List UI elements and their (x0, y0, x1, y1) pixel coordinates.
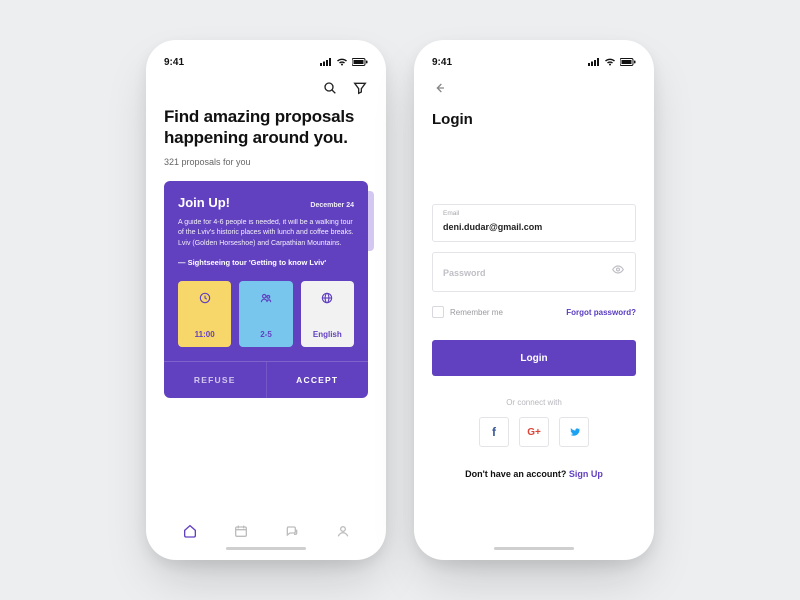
card-actions: REFUSE ACCEPT (164, 361, 368, 398)
remember-me[interactable]: Remember me (432, 306, 503, 318)
card-header: Join Up! December 24 (178, 195, 354, 210)
tile-time[interactable]: 11:00 (178, 281, 231, 347)
status-indicators (320, 58, 368, 66)
status-bar: 9:41 (164, 54, 368, 70)
card-tiles: 11:00 2-5 English (178, 281, 354, 347)
battery-icon (352, 58, 368, 66)
phone-proposals: 9:41 Find amazing proposals happening ar… (146, 40, 386, 560)
arrow-left-icon (432, 80, 448, 96)
top-actions (164, 80, 368, 96)
tile-language-value: English (313, 330, 342, 339)
eye-icon[interactable] (611, 263, 625, 282)
globe-icon (320, 291, 334, 305)
battery-icon (620, 58, 636, 66)
card-tour-name: — Sightseeing tour 'Getting to know Lviv… (178, 258, 354, 267)
proposal-count: 321 proposals for you (164, 157, 368, 167)
password-input[interactable] (443, 266, 625, 278)
status-time: 9:41 (432, 57, 452, 68)
home-indicator (226, 547, 306, 550)
people-icon (259, 291, 273, 305)
card-description: A guide for 4-6 people is needed, it wil… (178, 218, 354, 251)
nav-home-icon[interactable] (182, 523, 198, 539)
wifi-icon (336, 58, 348, 66)
accept-button[interactable]: ACCEPT (267, 362, 369, 398)
tile-people[interactable]: 2-5 (239, 281, 292, 347)
wifi-icon (604, 58, 616, 66)
or-connect-label: Or connect with (432, 398, 636, 407)
email-field[interactable]: Email (432, 204, 636, 242)
status-time: 9:41 (164, 57, 184, 68)
phone-login: 9:41 Login Email Remember me Forgot pass… (414, 40, 654, 560)
nav-chat-icon[interactable] (284, 523, 300, 539)
signal-icon (320, 58, 332, 66)
login-title: Login (432, 111, 636, 128)
signup-prompt: Don't have an account? (465, 469, 569, 479)
home-indicator (494, 547, 574, 550)
tile-people-value: 2-5 (260, 330, 272, 339)
remember-label: Remember me (450, 308, 503, 317)
next-card-peek (368, 191, 374, 251)
card-date: December 24 (310, 202, 354, 209)
password-field[interactable] (432, 252, 636, 292)
google-plus-button[interactable]: G+ (519, 417, 549, 447)
login-button[interactable]: Login (432, 340, 636, 376)
filter-icon[interactable] (352, 80, 368, 96)
search-icon[interactable] (322, 80, 338, 96)
login-form: Email Remember me Forgot password? Login (432, 204, 636, 376)
facebook-button[interactable]: f (479, 417, 509, 447)
email-input[interactable] (443, 220, 625, 232)
remember-checkbox[interactable] (432, 306, 444, 318)
signup-row: Don't have an account? Sign Up (432, 469, 636, 479)
remember-forgot-row: Remember me Forgot password? (432, 306, 636, 318)
twitter-icon (568, 426, 581, 439)
refuse-button[interactable]: REFUSE (164, 362, 267, 398)
signup-link[interactable]: Sign Up (569, 469, 603, 479)
email-label: Email (443, 210, 625, 217)
back-button[interactable] (432, 80, 636, 101)
signal-icon (588, 58, 600, 66)
bottom-nav (164, 513, 368, 543)
forgot-password-link[interactable]: Forgot password? (566, 308, 636, 317)
status-indicators (588, 58, 636, 66)
tile-language[interactable]: English (301, 281, 354, 347)
twitter-button[interactable] (559, 417, 589, 447)
card-title: Join Up! (178, 195, 230, 210)
tile-time-value: 11:00 (195, 330, 215, 339)
clock-icon (198, 291, 212, 305)
proposal-card[interactable]: Join Up! December 24 A guide for 4-6 peo… (164, 181, 368, 399)
social-login-row: f G+ (432, 417, 636, 447)
nav-profile-icon[interactable] (335, 523, 351, 539)
status-bar: 9:41 (432, 54, 636, 70)
nav-calendar-icon[interactable] (233, 523, 249, 539)
page-title: Find amazing proposals happening around … (164, 106, 368, 149)
